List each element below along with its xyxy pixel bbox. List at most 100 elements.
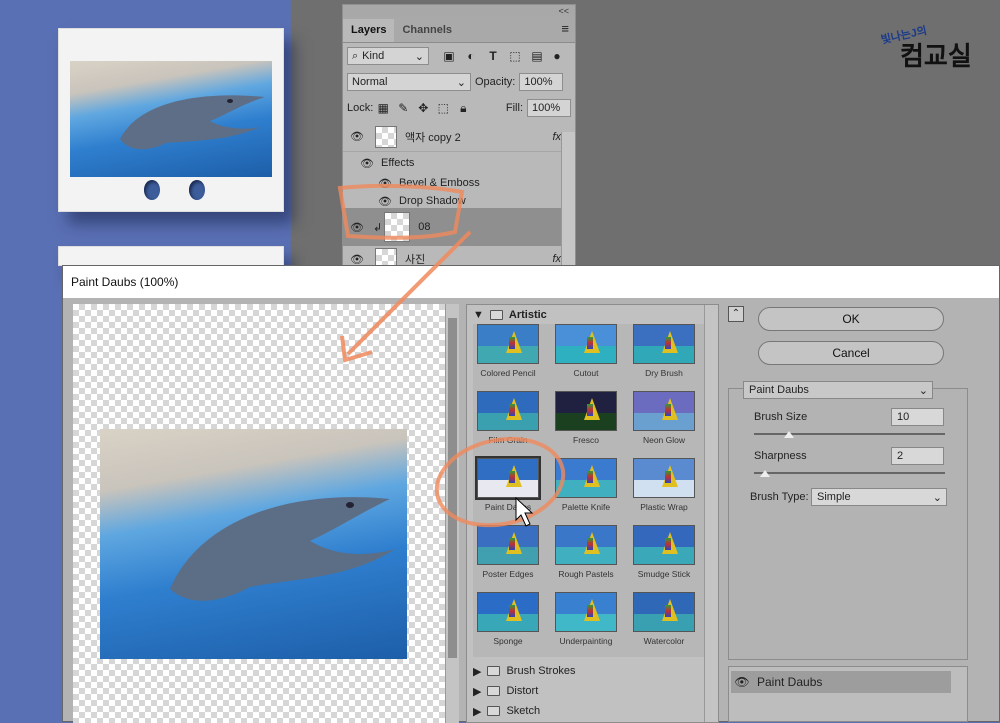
- sharpness-slider[interactable]: [754, 472, 945, 474]
- collapse-gallery-icon[interactable]: ⌃: [728, 306, 744, 322]
- layer-row-selected[interactable]: 👁︎ ↲ 08: [343, 208, 561, 246]
- kind-label: Kind: [362, 50, 385, 62]
- filter-thumb-plastic-wrap[interactable]: Plastic Wrap: [629, 458, 699, 512]
- filter-thumb-underpainting[interactable]: Underpainting: [551, 592, 621, 646]
- effect-layers-list: 👁︎ Paint Daubs: [728, 666, 968, 722]
- filter-label: Palette Knife: [561, 502, 611, 512]
- visibility-eye-icon[interactable]: 👁︎: [731, 675, 753, 689]
- filter-label: Smudge Stick: [637, 569, 691, 579]
- filter-toggle-icon[interactable]: ●: [551, 50, 563, 62]
- filter-label: Paint Daubs: [484, 502, 532, 512]
- filter-thumb-film-grain[interactable]: Film Grain: [473, 391, 543, 445]
- opacity-field[interactable]: 100%: [519, 73, 564, 91]
- layer-row[interactable]: 👁︎ 액자 copy 2 fx: [343, 122, 561, 152]
- filter-thumb-colored-pencil[interactable]: Colored Pencil: [473, 324, 543, 378]
- dolphin-photo: [70, 61, 272, 177]
- dialog-title: Paint Daubs (100%): [63, 266, 999, 298]
- lock-paint-icon[interactable]: ✎: [397, 102, 409, 114]
- filter-thumb-cutout[interactable]: Cutout: [551, 324, 621, 378]
- collapse-icon[interactable]: <<: [558, 6, 569, 16]
- lock-transparent-icon[interactable]: ▦: [377, 102, 389, 114]
- sharpness-value: 2: [897, 450, 904, 462]
- filter-label: Cutout: [573, 368, 599, 378]
- tab-layers[interactable]: Layers: [343, 19, 395, 42]
- filter-thumb-sponge[interactable]: Sponge: [473, 592, 543, 646]
- filter-thumb-poster-edges[interactable]: Poster Edges: [473, 525, 543, 579]
- filter-thumb-dry-brush[interactable]: Dry Brush: [629, 324, 699, 378]
- filter-thumb-paint-daubs[interactable]: Paint Daubs: [473, 456, 543, 512]
- type-filter-icon[interactable]: T: [487, 50, 499, 62]
- visibility-eye-icon[interactable]: 👁︎: [371, 177, 399, 190]
- adjustment-filter-icon[interactable]: ◐: [465, 50, 477, 62]
- frame-card-second: [58, 246, 284, 266]
- preview-dolphin: [100, 429, 407, 659]
- brush-type-label: Brush Type:: [750, 491, 809, 503]
- filter-label: Dry Brush: [645, 368, 683, 378]
- lock-artboard-icon[interactable]: ⬚: [437, 102, 449, 114]
- gallery-scrollbar[interactable]: [704, 305, 718, 722]
- lock-row: Lock: ▦ ✎ ✥ ⬚ 🔒︎ Fill: 100%: [343, 95, 575, 121]
- brush-type-select[interactable]: Simple ⌄: [811, 488, 947, 506]
- layers-panel: << Layers Channels ≡ ⌕ Kind ⌄ ▣ ◐ T ⬚ ▤ …: [342, 4, 576, 270]
- visibility-eye-icon[interactable]: 👁︎: [353, 157, 381, 170]
- fx-icon[interactable]: fx: [552, 253, 561, 265]
- cancel-button[interactable]: Cancel: [758, 341, 944, 365]
- filter-preview-image: [477, 391, 539, 431]
- category-artistic[interactable]: ▼ Artistic: [467, 305, 718, 325]
- sharpness-knob[interactable]: [760, 470, 770, 477]
- panel-collapse[interactable]: <<: [343, 5, 575, 17]
- fx-icon[interactable]: fx: [552, 131, 561, 143]
- filter-thumb-smudge-stick[interactable]: Smudge Stick: [629, 525, 699, 579]
- visibility-eye-icon[interactable]: 👁︎: [343, 221, 371, 234]
- ok-button[interactable]: OK: [758, 307, 944, 331]
- visibility-eye-icon[interactable]: 👁︎: [343, 253, 371, 266]
- tab-channels[interactable]: Channels: [394, 19, 460, 42]
- visibility-eye-icon[interactable]: 👁︎: [343, 130, 371, 143]
- blend-mode-select[interactable]: Normal ⌄: [347, 73, 471, 91]
- triangle-right-icon: ▶: [473, 665, 482, 678]
- filter-thumb-palette-knife[interactable]: Palette Knife: [551, 458, 621, 512]
- panel-tabs: Layers Channels ≡: [343, 17, 575, 43]
- brush-size-slider[interactable]: [754, 433, 945, 435]
- filter-select[interactable]: Paint Daubs ⌄: [743, 381, 933, 399]
- preview-area[interactable]: [73, 304, 445, 723]
- category-brush-strokes[interactable]: ▶ Brush Strokes: [467, 661, 707, 681]
- filter-preview-image: [475, 456, 541, 500]
- layers-scrollbar[interactable]: [561, 132, 575, 269]
- preview-scroll-thumb[interactable]: [448, 318, 457, 658]
- sharpness-field[interactable]: 2: [891, 447, 944, 465]
- preview-scrollbar[interactable]: [445, 304, 459, 723]
- filter-thumb-rough-pastels[interactable]: Rough Pastels: [551, 525, 621, 579]
- category-sketch[interactable]: ▶ Sketch: [467, 701, 707, 721]
- filter-label: Neon Glow: [642, 435, 686, 445]
- filter-thumb-neon-glow[interactable]: Neon Glow: [629, 391, 699, 445]
- effects-label: Effects: [381, 157, 415, 169]
- kind-select[interactable]: ⌕ Kind ⌄: [347, 47, 429, 65]
- lock-all-icon[interactable]: 🔒︎: [457, 102, 469, 114]
- brush-size-knob[interactable]: [784, 431, 794, 438]
- filter-thumb-watercolor[interactable]: Watercolor: [629, 592, 699, 646]
- watermark: 빛나는J의 컴교실: [880, 22, 972, 73]
- filter-preview-image: [555, 592, 617, 632]
- filter-preview-image: [555, 391, 617, 431]
- image-filter-icon[interactable]: ▣: [443, 50, 455, 62]
- brush-type-value: Simple: [817, 491, 851, 503]
- brush-size-field[interactable]: 10: [891, 408, 944, 426]
- visibility-eye-icon[interactable]: 👁︎: [371, 195, 399, 208]
- filter-options: Paint Daubs ⌄ Brush Size 10 Sharpness 2 …: [728, 381, 968, 660]
- effect-layer-row[interactable]: 👁︎ Paint Daubs: [731, 671, 951, 693]
- frame-hole-left: [144, 180, 160, 200]
- shape-filter-icon[interactable]: ⬚: [509, 50, 521, 62]
- filter-thumb-fresco[interactable]: Fresco: [551, 391, 621, 445]
- folder-icon: [487, 666, 501, 676]
- effects-row[interactable]: 👁︎ Effects: [343, 152, 561, 174]
- fill-value: 100%: [532, 102, 561, 114]
- fill-field[interactable]: 100%: [527, 99, 571, 117]
- chevron-down-icon: ⌄: [414, 50, 424, 63]
- panel-menu-icon[interactable]: ≡: [555, 21, 575, 42]
- frame-hole-right: [189, 180, 205, 200]
- smartobject-filter-icon[interactable]: ▤: [531, 50, 543, 62]
- category-label: Artistic: [508, 309, 547, 321]
- category-distort[interactable]: ▶ Distort: [467, 681, 707, 701]
- lock-move-icon[interactable]: ✥: [417, 102, 429, 114]
